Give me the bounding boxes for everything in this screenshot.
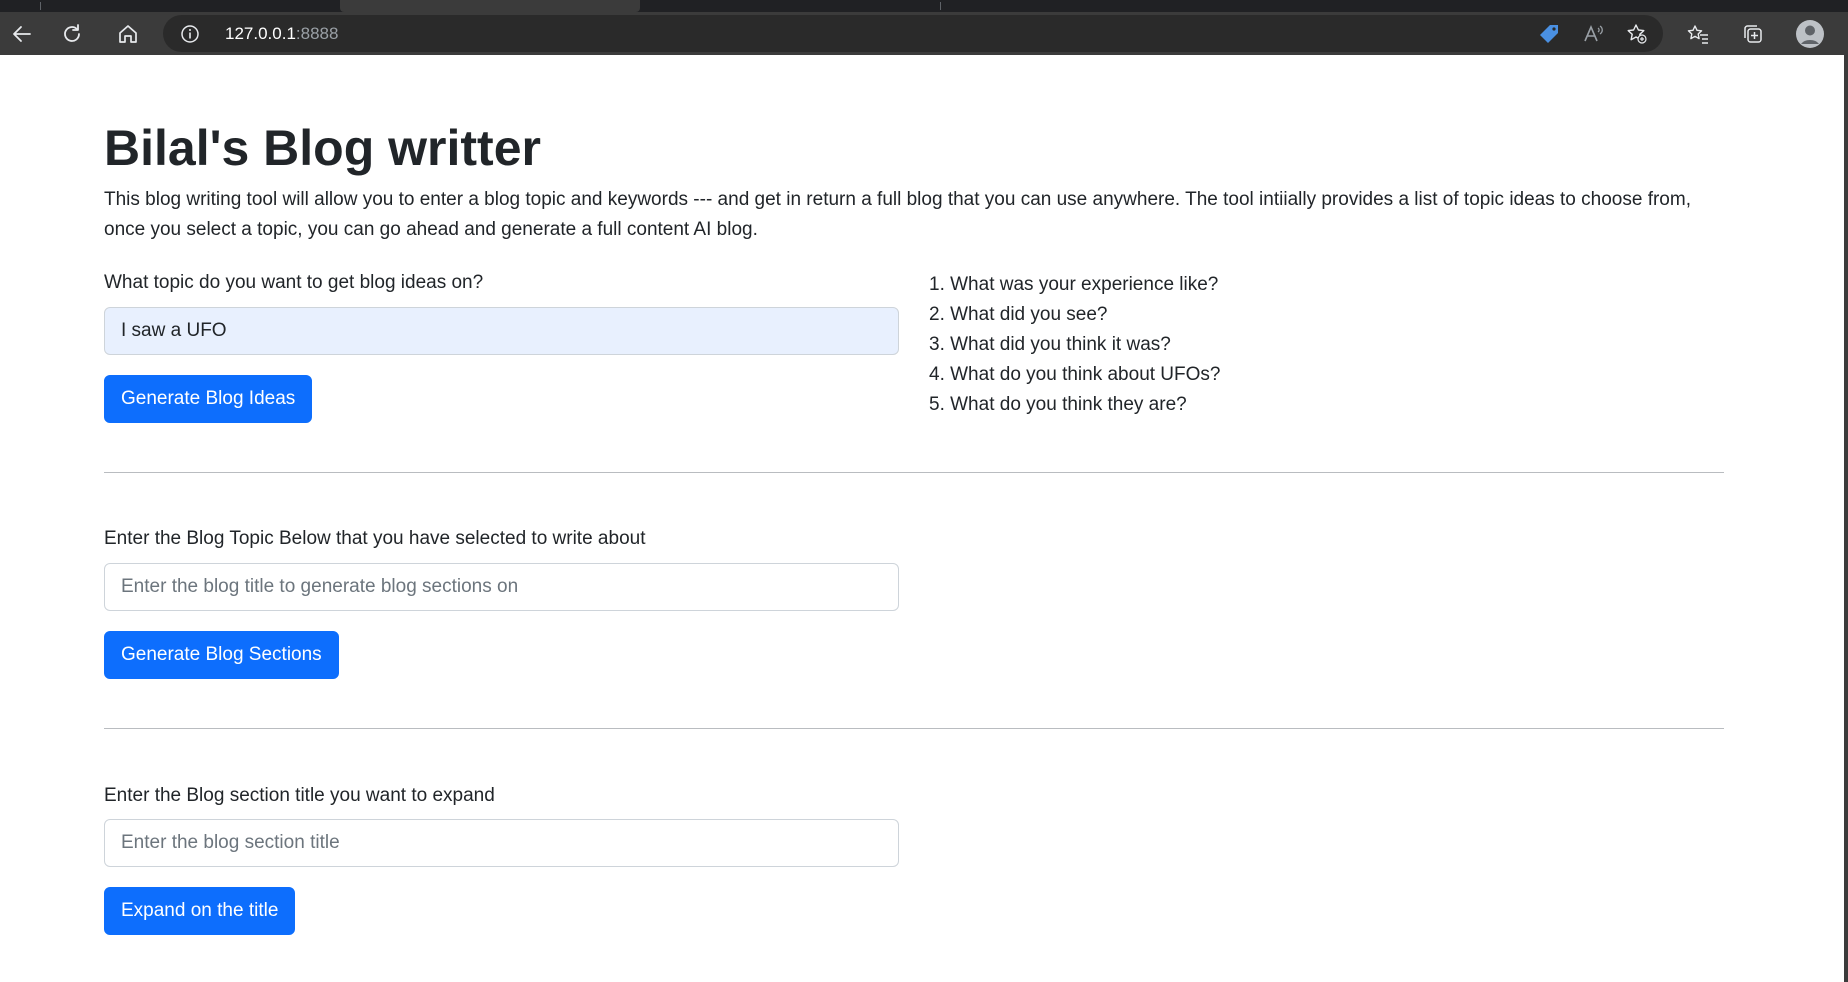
expand-label: Enter the Blog section title you want to…: [104, 785, 495, 806]
tab-separator: [940, 2, 941, 10]
url-host: 127.0.0.1: [225, 24, 296, 43]
intro-text: This blog writing tool will allow you to…: [104, 189, 1691, 240]
url-port: :8888: [295, 24, 339, 43]
window-edge: [1844, 55, 1848, 982]
section-title-input[interactable]: [104, 819, 899, 867]
url-text[interactable]: 127.0.0.1:8888: [225, 15, 338, 52]
sections-label: Enter the Blog Topic Below that you have…: [104, 528, 646, 549]
collections-icon[interactable]: [1731, 12, 1775, 55]
expand-button[interactable]: Expand on the title: [104, 887, 296, 935]
info-icon[interactable]: [175, 15, 205, 52]
list-item: 4. What do you think about UFOs?: [929, 364, 1221, 385]
address-bar[interactable]: 127.0.0.1:8888: [163, 15, 1663, 52]
divider: [104, 472, 1724, 473]
list-item: 5. What do you think they are?: [929, 394, 1187, 415]
list-item: 3. What did you think it was?: [929, 334, 1171, 355]
tab-strip: [0, 0, 1848, 12]
read-aloud-icon[interactable]: [1571, 15, 1615, 52]
profile-icon[interactable]: [1788, 12, 1832, 55]
topic-label: What topic do you want to get blog ideas…: [104, 272, 484, 293]
browser-toolbar: 127.0.0.1:8888: [0, 12, 1848, 55]
list-item: 2. What did you see?: [929, 304, 1108, 325]
active-tab[interactable]: [340, 0, 640, 12]
page-title: Bilal's Blog writter: [104, 120, 541, 176]
generate-ideas-button[interactable]: Generate Blog Ideas: [104, 375, 313, 423]
back-icon[interactable]: [0, 12, 44, 55]
divider: [104, 728, 1724, 729]
list-item: 1. What was your experience like?: [929, 274, 1219, 295]
tab-separator: [40, 2, 41, 10]
favorites-icon[interactable]: [1676, 12, 1720, 55]
generate-sections-button[interactable]: Generate Blog Sections: [104, 631, 339, 679]
reload-icon[interactable]: [50, 12, 94, 55]
blog-title-input[interactable]: [104, 563, 899, 611]
ideas-list: 1. What was your experience like? 2. Wha…: [929, 270, 1221, 420]
add-favorite-icon[interactable]: [1615, 15, 1659, 52]
tag-icon[interactable]: [1527, 15, 1571, 52]
home-icon[interactable]: [106, 12, 150, 55]
topic-input[interactable]: [104, 307, 899, 355]
